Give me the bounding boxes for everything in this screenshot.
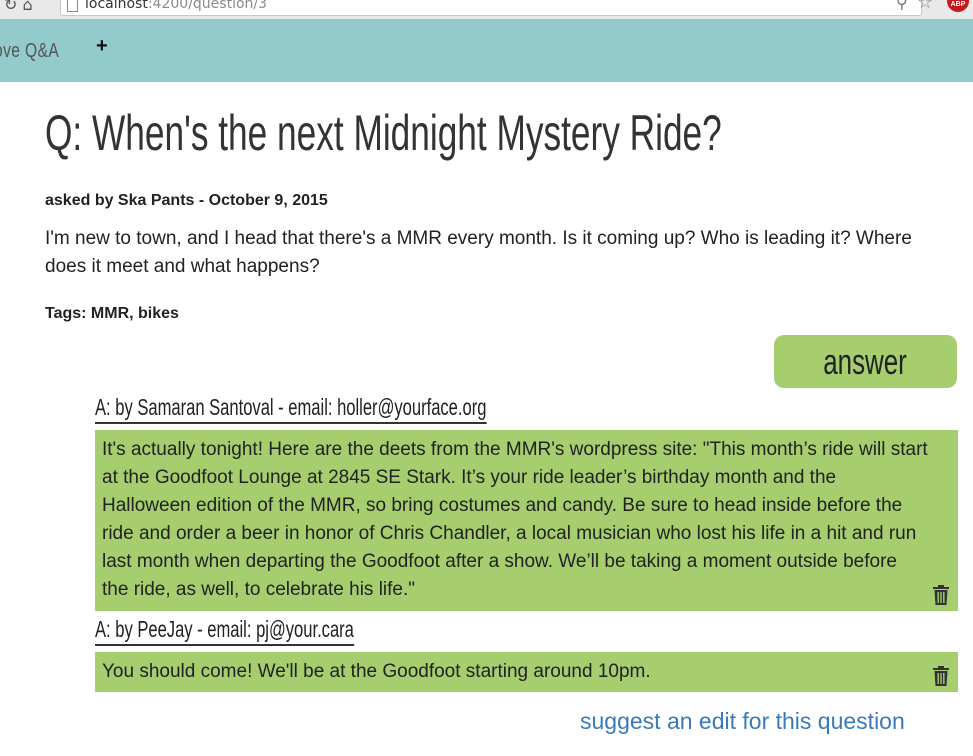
browser-toolbar: ↻ ⌂ localhost:4200/question/3 ⚲ ☆ ABP bbox=[0, 0, 973, 20]
question-title: Q: When's the next Midnight Mystery Ride… bbox=[45, 105, 722, 161]
answer-heading: A: by Samaran Santoval - email: holler@y… bbox=[95, 394, 487, 424]
url-text[interactable]: localhost:4200/question/3 bbox=[85, 0, 267, 12]
answer-heading: A: by PeeJay - email: pj@your.cara bbox=[95, 616, 354, 646]
answer-body: You should come! We'll be at the Goodfoo… bbox=[102, 661, 651, 682]
address-bar[interactable]: localhost:4200/question/3 bbox=[60, 0, 922, 16]
answer-card: It's actually tonight! Here are the deet… bbox=[95, 430, 958, 611]
question-meta: asked by Ska Pants - October 9, 2015 bbox=[45, 192, 328, 209]
page-icon bbox=[67, 0, 78, 12]
answer-card: You should come! We'll be at the Goodfoo… bbox=[95, 652, 958, 692]
adblock-icon[interactable]: ABP bbox=[947, 0, 969, 12]
trash-icon[interactable] bbox=[932, 666, 950, 686]
app-header: ove Q&A + bbox=[0, 19, 973, 82]
question-tags: Tags: MMR, bikes bbox=[45, 305, 179, 322]
trash-icon[interactable] bbox=[932, 585, 950, 605]
reload-home-icons[interactable]: ↻ ⌂ bbox=[4, 0, 33, 14]
zoom-icon[interactable]: ⚲ bbox=[896, 0, 908, 12]
answer-button-label: answer bbox=[823, 340, 908, 382]
question-body: I'm new to town, and I head that there's… bbox=[45, 228, 912, 277]
answer-body: It's actually tonight! Here are the deet… bbox=[102, 439, 928, 600]
suggest-edit-link[interactable]: suggest an edit for this question bbox=[580, 708, 905, 735]
answer-button[interactable]: answer bbox=[774, 335, 957, 388]
add-question-button[interactable]: + bbox=[96, 35, 108, 58]
brand-logo[interactable]: ove Q&A bbox=[0, 40, 59, 63]
bookmark-star-icon[interactable]: ☆ bbox=[917, 0, 933, 13]
